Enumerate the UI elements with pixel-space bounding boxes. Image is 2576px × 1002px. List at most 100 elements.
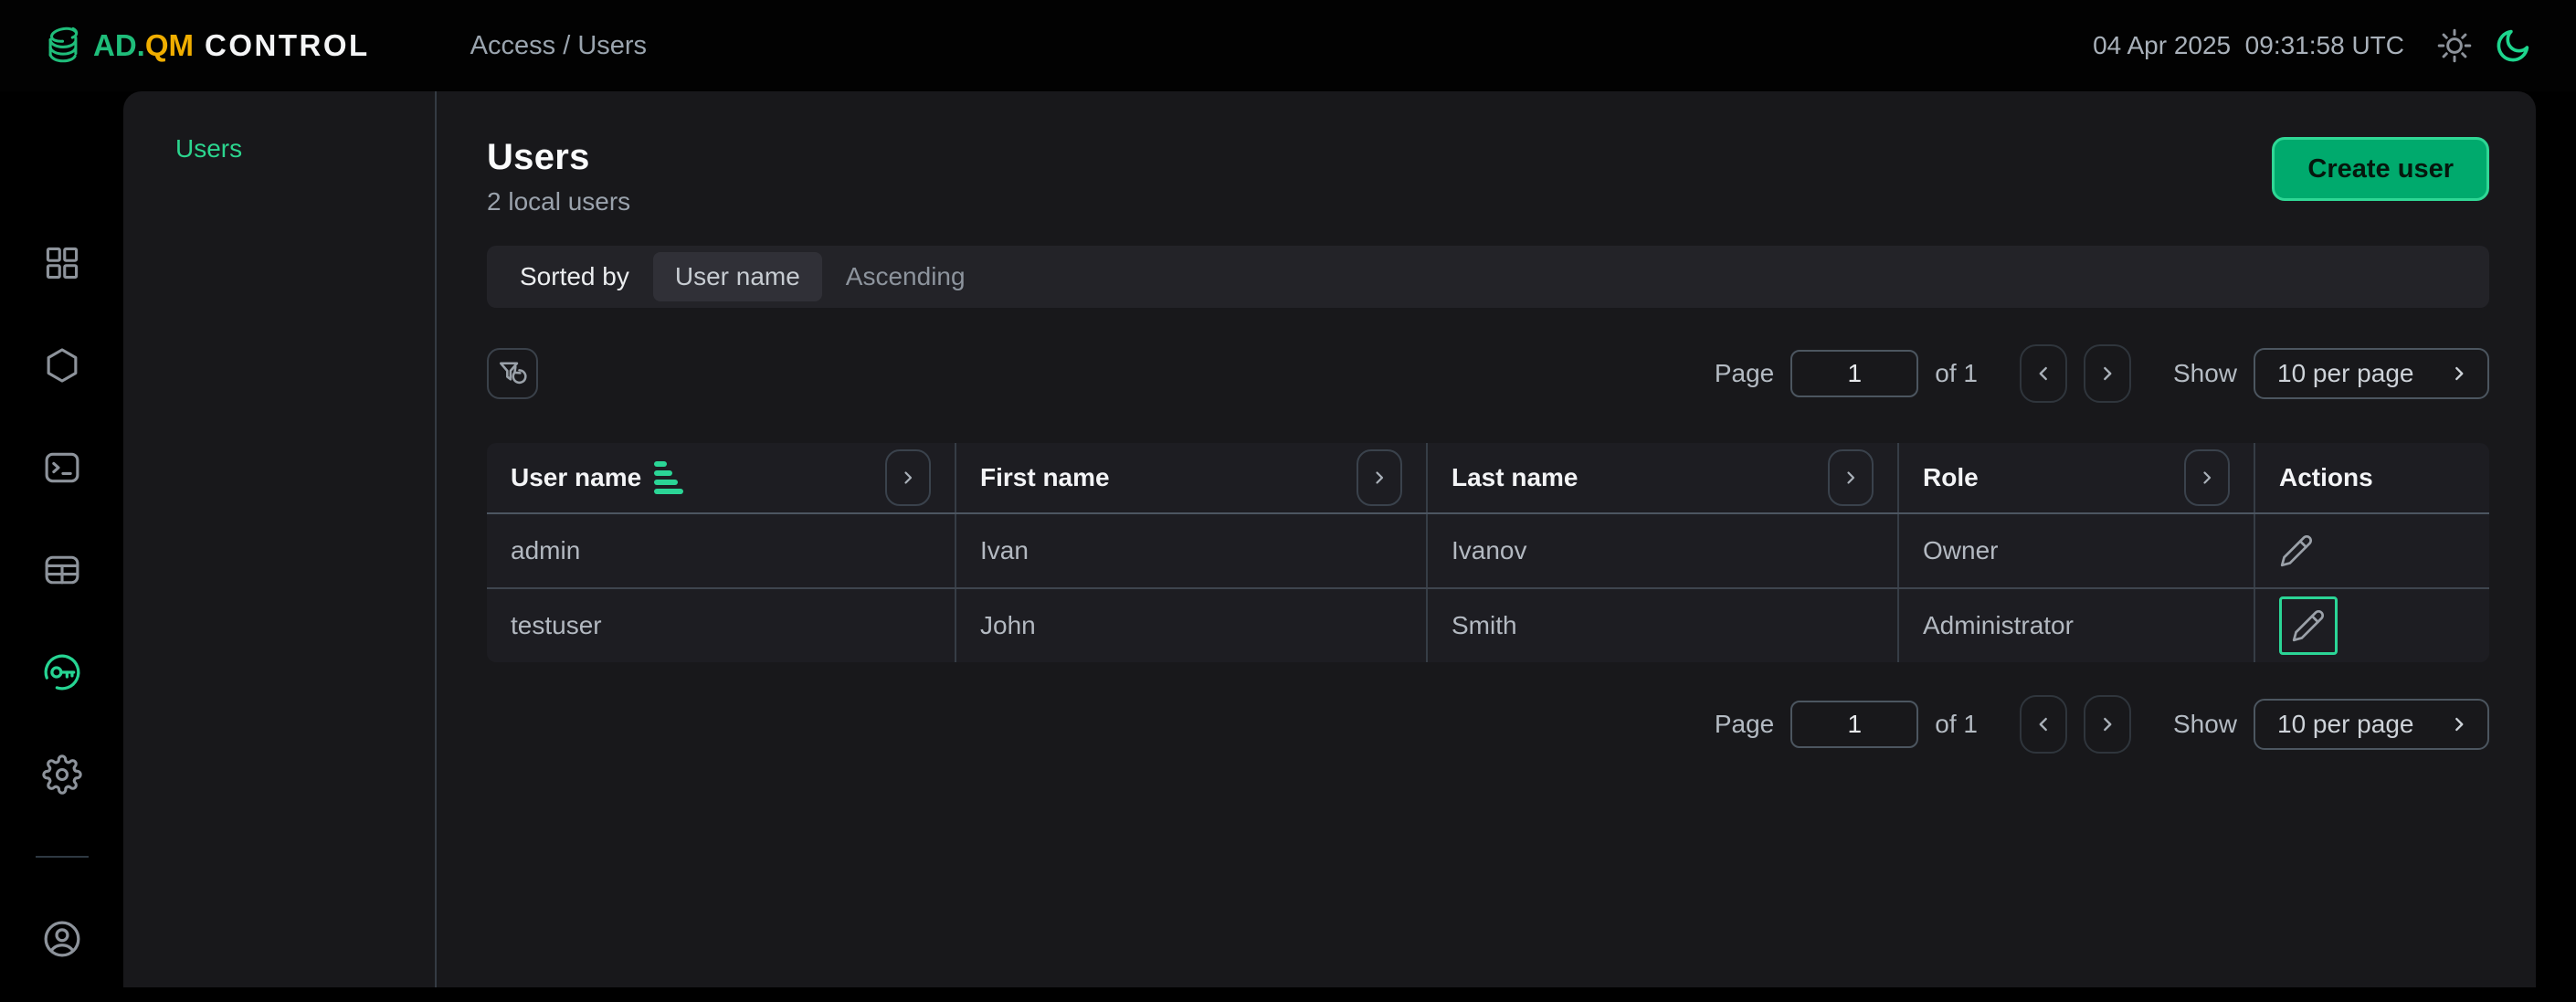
page-number-input[interactable] — [1790, 701, 1918, 748]
chevron-left-icon — [2032, 362, 2055, 385]
page-header: Users 2 local users Create user — [487, 137, 2489, 216]
content-panel: Users Users 2 local users Create user So… — [123, 91, 2536, 987]
reset-filters-button[interactable] — [487, 348, 538, 399]
column-header-first-name: First name — [956, 443, 1428, 512]
hexagon-icon — [42, 345, 82, 385]
gear-icon — [42, 754, 82, 795]
sidebar-item-profile[interactable] — [41, 918, 83, 960]
dark-theme-button[interactable] — [2494, 26, 2532, 65]
main-content: Users 2 local users Create user Sorted b… — [437, 91, 2536, 987]
table-body: admin Ivan Ivanov Owner — [487, 514, 2489, 662]
cell-last-name: Smith — [1428, 589, 1899, 662]
chevron-right-icon — [2196, 467, 2218, 489]
table-row-testuser: testuser John Smith Administrator — [487, 587, 2489, 662]
column-expand-last-name-button[interactable] — [1828, 449, 1874, 506]
edit-user-button[interactable] — [2279, 533, 2314, 568]
next-page-button[interactable] — [2084, 344, 2131, 403]
sidebar-item-terminal[interactable] — [41, 447, 83, 489]
column-header-actions: Actions — [2255, 443, 2489, 512]
sidebar-item-tables[interactable] — [41, 549, 83, 591]
column-header-user-name: User name — [487, 443, 956, 512]
sidebar-item-modules[interactable] — [41, 344, 83, 386]
chevron-right-icon — [2096, 362, 2119, 385]
previous-page-button[interactable] — [2020, 695, 2067, 754]
logo-control: CONTROL — [205, 28, 370, 63]
previous-page-button[interactable] — [2020, 344, 2067, 403]
show-label: Show — [2173, 710, 2237, 739]
sort-bar: Sorted by User name Ascending — [487, 246, 2489, 308]
create-user-button[interactable]: Create user — [2272, 137, 2489, 201]
chevron-right-icon — [2447, 362, 2471, 385]
top-bar: AD.QM CONTROL Access / Users 04 Apr 2025 … — [0, 0, 2576, 91]
cell-role: Administrator — [1899, 589, 2255, 662]
column-expand-first-name-button[interactable] — [1357, 449, 1402, 506]
per-page-value: 10 per page — [2277, 359, 2413, 388]
pagination-top: Page of 1 Show 10 per page — [1715, 344, 2489, 403]
sort-ascending-icon — [654, 461, 683, 494]
topbar-right-group: 04 Apr 2025 09:31:58 UTC — [2093, 26, 2576, 65]
access-key-icon — [41, 649, 83, 696]
cell-actions — [2255, 589, 2489, 662]
logo-hive-icon — [42, 25, 84, 67]
column-header-role: Role — [1899, 443, 2255, 512]
cell-user-name: admin — [487, 514, 956, 587]
per-page-value: 10 per page — [2277, 710, 2413, 739]
per-page-select[interactable]: 10 per page — [2254, 348, 2489, 399]
cell-last-name: Ivanov — [1428, 514, 1899, 587]
chevron-right-icon — [1840, 467, 1862, 489]
chevron-right-icon — [2447, 712, 2471, 736]
app-logo[interactable]: AD.QM CONTROL — [42, 25, 370, 67]
icon-rail — [0, 91, 123, 1002]
page-subtitle: 2 local users — [487, 187, 630, 216]
column-header-last-name: Last name — [1428, 443, 1899, 512]
table-header-row: User name First name Last name — [487, 443, 2489, 514]
cell-actions — [2255, 514, 2489, 587]
datetime-utc: 04 Apr 2025 09:31:58 UTC — [2093, 31, 2404, 60]
data-table-icon — [42, 550, 82, 590]
cell-role: Owner — [1899, 514, 2255, 587]
chevron-left-icon — [2032, 712, 2055, 736]
pencil-icon — [2279, 533, 2314, 568]
edit-button-focus-ring — [2279, 596, 2338, 655]
chevron-right-icon — [1368, 467, 1390, 489]
per-page-select[interactable]: 10 per page — [2254, 699, 2489, 750]
rail-divider — [36, 856, 89, 858]
page-of-label: of 1 — [1935, 710, 1978, 739]
sidebar-item-dashboard[interactable] — [41, 242, 83, 284]
dashboard-grid-icon — [42, 243, 82, 283]
sidebar-item-users[interactable]: Users — [175, 134, 242, 163]
users-table: User name First name Last name — [487, 443, 2489, 662]
column-expand-role-button[interactable] — [2184, 449, 2230, 506]
table-row-admin: admin Ivan Ivanov Owner — [487, 514, 2489, 587]
app-shell: Users Users 2 local users Create user So… — [0, 91, 2576, 1002]
page-label: Page — [1715, 710, 1774, 739]
table-toolbar: Page of 1 Show 10 per page — [487, 344, 2489, 403]
sidebar-item-access[interactable] — [41, 651, 83, 693]
edit-user-button[interactable] — [2291, 608, 2326, 643]
light-theme-button[interactable] — [2435, 26, 2474, 65]
user-profile-icon — [41, 918, 83, 960]
page-label: Page — [1715, 359, 1774, 388]
chevron-right-icon — [897, 467, 919, 489]
logo-wordmark: AD.QM CONTROL — [93, 28, 370, 63]
page-number-input[interactable] — [1790, 350, 1918, 397]
next-page-button[interactable] — [2084, 695, 2131, 754]
column-expand-user-name-button[interactable] — [885, 449, 931, 506]
cell-user-name: testuser — [487, 589, 956, 662]
chevron-right-icon — [2096, 712, 2119, 736]
cell-first-name: Ivan — [956, 514, 1428, 587]
sort-field-chip[interactable]: User name — [653, 252, 822, 301]
moon-icon — [2494, 26, 2532, 65]
show-label: Show — [2173, 359, 2237, 388]
breadcrumb[interactable]: Access / Users — [470, 31, 647, 61]
sort-direction-label[interactable]: Ascending — [846, 262, 966, 291]
logo-qm: QM — [145, 28, 194, 63]
sun-icon — [2435, 26, 2474, 65]
sorted-by-label: Sorted by — [520, 262, 629, 291]
pencil-icon — [2291, 608, 2326, 643]
page-of-label: of 1 — [1935, 359, 1978, 388]
table-toolbar-bottom: Page of 1 Show 10 per page — [487, 695, 2489, 754]
sidebar-item-settings[interactable] — [41, 754, 83, 796]
logo-ad: AD. — [93, 28, 145, 63]
terminal-icon — [42, 448, 82, 488]
